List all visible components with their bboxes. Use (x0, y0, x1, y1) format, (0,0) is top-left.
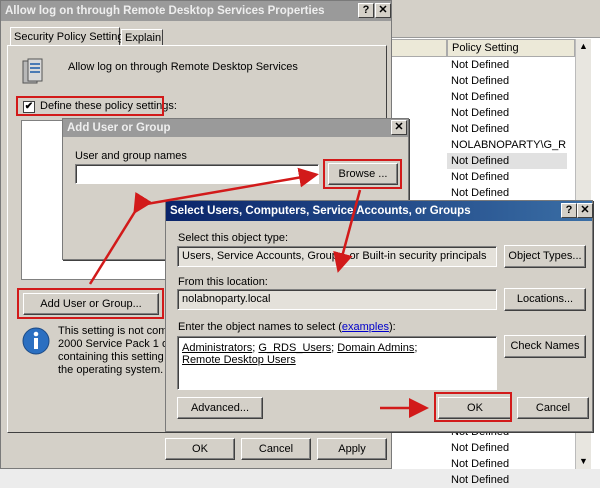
arrow-to-browse-button (134, 167, 319, 208)
annotation-arrows (88, 167, 429, 418)
arrow-browse-to-select (333, 189, 362, 273)
list-row-policy-setting[interactable]: Not Defined (447, 472, 567, 488)
arrow-to-add-button (88, 191, 153, 285)
